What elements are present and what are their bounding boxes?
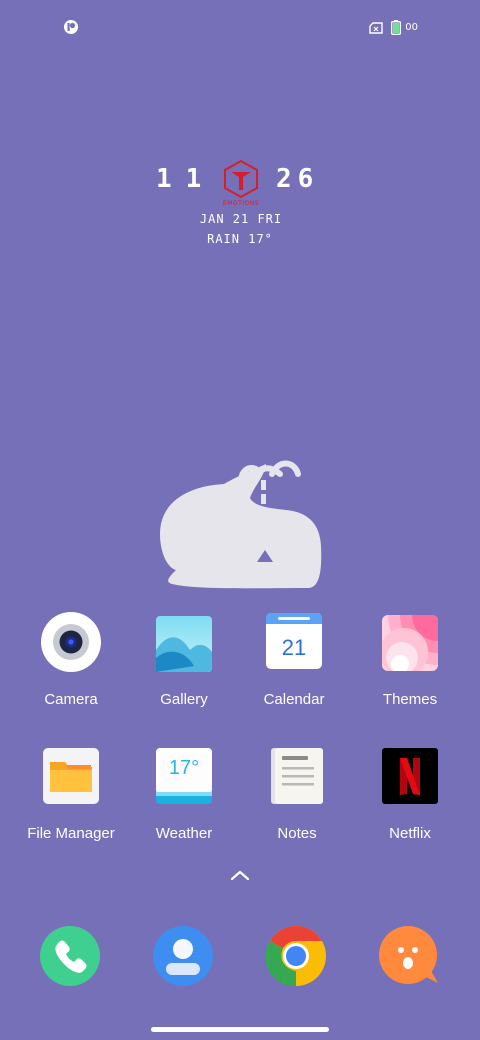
app-label: Calendar	[263, 691, 325, 708]
weather-temp: 17°	[169, 757, 199, 779]
folder-icon	[43, 748, 99, 804]
app-notes[interactable]: Notes	[237, 746, 357, 842]
app-drawer-chevron-up-icon[interactable]	[229, 868, 251, 882]
notes-icon	[271, 748, 323, 804]
app-gallery[interactable]: Gallery	[124, 612, 244, 708]
calendar-icon: 21	[266, 613, 322, 669]
camera-icon	[41, 612, 101, 672]
themes-icon	[382, 615, 438, 671]
messages-icon[interactable]	[378, 925, 440, 987]
app-label: Camera	[44, 691, 98, 708]
app-label: File Manager	[27, 825, 115, 842]
app-label: Themes	[382, 691, 438, 708]
phone-icon[interactable]	[39, 925, 101, 987]
chrome-icon[interactable]	[265, 925, 327, 987]
svg-text:EMOTIONS: EMOTIONS	[223, 200, 259, 206]
battery-icon	[391, 20, 402, 35]
whale-mascot	[160, 460, 322, 589]
clock-minute: 26	[276, 164, 320, 194]
sim-card-icon	[369, 21, 383, 34]
dock	[0, 924, 480, 988]
app-label: Notes	[277, 825, 317, 842]
app-label: Weather	[155, 825, 213, 842]
contacts-icon[interactable]	[152, 925, 214, 987]
netflix-icon	[382, 748, 438, 804]
app-calendar[interactable]: 21 Calendar	[234, 612, 354, 708]
app-label: Netflix	[389, 825, 431, 842]
app-netflix[interactable]: Netflix	[350, 746, 470, 842]
app-label: Gallery	[160, 691, 208, 708]
app-weather[interactable]: 17° Weather	[124, 746, 244, 842]
gallery-icon	[156, 616, 212, 672]
clock-hour: 11	[156, 164, 216, 194]
notification-app-icon	[64, 20, 78, 34]
clock-date: JAN 21 FRI	[199, 212, 283, 226]
clock-weather: RAIN 17°	[207, 232, 273, 246]
clock-widget[interactable]: 11 EMOTIONS 26 JAN 21 FRI RAIN 17°	[0, 160, 480, 260]
weather-icon: 17°	[156, 748, 212, 804]
calendar-day: 21	[282, 635, 306, 660]
app-themes[interactable]: Themes	[350, 612, 470, 708]
home-indicator[interactable]	[151, 1027, 329, 1032]
app-camera[interactable]: Camera	[11, 612, 131, 708]
battery-level: 00	[405, 22, 418, 33]
app-file-manager[interactable]: File Manager	[11, 746, 131, 842]
emotions-logo-icon: EMOTIONS	[223, 160, 259, 206]
status-bar: 00	[0, 0, 480, 54]
